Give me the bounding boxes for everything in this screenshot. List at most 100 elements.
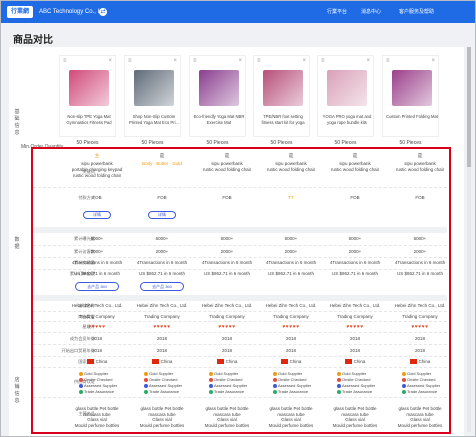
product-360-button[interactable]: 去产品 360 [75,282,119,291]
menu-icon[interactable]: ≡ [128,58,132,64]
cert-badge-icon [273,371,277,376]
close-icon[interactable]: × [108,58,112,64]
nav-link-platform[interactable]: 行業平台 [327,6,347,18]
company-name: ABC Technology Co., Ltd. [39,9,108,15]
close-icon[interactable]: × [173,58,177,64]
product-name[interactable]: Non-slip TPE Yoga Mat Gymnastics Fitness… [63,114,115,126]
pay-term: FOB [222,195,232,200]
exposure-value: 6000+ [284,236,298,241]
product-card: ≡ × Eco-friendly Yoga Mat NBR Exercise Mat [189,55,246,137]
transaction-value: 4Transactions in 6 month [394,260,446,265]
cert-item: Trade Assurance [337,389,395,395]
pay-term: FOB [350,195,360,200]
visitor-value: 2000+ [284,249,298,254]
cert-badge-icon [79,371,83,376]
keyword-mark: 是 [352,153,358,158]
close-icon[interactable]: × [431,58,435,64]
product-image[interactable] [392,70,432,106]
cert-badge-icon [337,371,341,376]
country: China [67,359,127,365]
product-image[interactable] [134,70,174,106]
cert-name: Trade Assurance [342,389,373,394]
product-name[interactable]: TPE/NBR foot setting fitness start kit f… [257,114,309,126]
cert-item: Trade Assurance [209,389,267,395]
exposure-value: 6000+ [348,236,362,241]
swap-icon[interactable]: ⇄ [99,8,107,16]
keyword-list: Body · Butter · Gold [142,161,182,166]
row-divider [33,257,447,258]
close-icon[interactable]: × [366,58,370,64]
pay-term: TT [288,195,294,200]
main-products: glass bottle Pet bottle mascara tube Gla… [268,406,314,428]
close-icon[interactable]: × [302,58,306,64]
menu-icon[interactable]: ≡ [386,58,390,64]
cert-name: Onsite Checked [407,377,436,382]
product-name[interactable]: YOGA PRO yoga mat and yoga rope bundle k… [321,114,373,126]
product-card: ≡ × Non-slip TPE Yoga Mat Gymnastics Fitne… [59,55,116,137]
side-label-store: 店铺信息 [14,377,20,404]
amount-value: US $862.71 in 6 month [73,271,121,276]
rating-hearts: ♥♥♥♥♥ [153,324,171,330]
product-name[interactable]: Shop Non-Slip Custom Printed Yoga Mat Ec… [128,114,180,126]
menu-icon[interactable]: ≡ [257,58,261,64]
cert-badge-icon [79,383,83,388]
main-products: glass bottle Pet bottle mascara tube Gla… [74,406,120,428]
cert-name: Trade Assurance [407,389,438,394]
country-name: China [160,359,173,364]
menu-icon[interactable]: ≡ [193,58,197,64]
pay-term: FOB [92,195,102,200]
china-flag-icon [409,359,417,365]
keyword-mark: 是 [159,153,165,158]
row-divider [33,332,447,333]
cert-name: Trade Assurance [149,389,180,394]
product-360-button[interactable]: 去产品 360 [140,282,184,291]
transaction-value: 4Transactions in 6 month [136,260,188,265]
member-year: 2018 [91,336,102,341]
cert-name: Assessed Supplier [214,383,248,388]
pay-term: FOB [157,195,167,200]
main-products: glass bottle Pet bottle mascara tube Gla… [332,406,378,428]
country: China [132,359,192,365]
keyword-mark: 是 [417,153,423,158]
section-gap [33,295,447,301]
product-name[interactable]: Custom Printed Folding Mat [386,114,438,120]
product-card: ≡ × Custom Printed Folding Mat [382,55,439,137]
product-card: ≡ × Shop Non-Slip Custom Printed Yoga Mat … [124,55,181,137]
menu-icon[interactable]: ≡ [63,58,67,64]
cert-badge-icon [337,383,341,388]
product-image[interactable] [327,70,367,106]
page-title: 商品对比 [13,35,53,46]
keyword-mark: 是 [224,153,230,158]
close-icon[interactable]: × [238,58,242,64]
pay-term: FOB [415,195,425,200]
product-image[interactable] [263,70,303,106]
country: China [261,359,321,365]
country: China [325,359,385,365]
export-year: 2018 [221,348,232,353]
amount-value: US $862.71 in 6 month [203,271,251,276]
product-image[interactable] [69,70,109,106]
cert-badge-icon [209,389,213,394]
detail-button[interactable]: 详情 [148,211,176,219]
keyword-mark: 是 [288,153,294,158]
country-name: China [289,359,302,364]
cert-name: Onsite Checked [214,377,243,382]
brand-logo[interactable]: 行業網 [7,6,34,18]
nav-link-messages[interactable]: 消息中心 [361,6,381,18]
transaction-value: 4Transactions in 6 month [265,260,317,265]
cert-name: Trade Assurance [214,389,245,394]
product-image[interactable] [199,70,239,106]
detail-button[interactable]: 详情 [83,211,111,219]
row-divider [33,269,447,270]
cert-badge-icon [144,371,148,376]
side-label-basic: 基础信息 [14,109,20,136]
visitor-value: 2000+ [413,249,427,254]
nav-link-help[interactable]: 客户服务及帮助 [399,6,434,18]
row-divider [33,397,447,398]
menu-icon[interactable]: ≡ [321,58,325,64]
keyword-list: sipu powerbank portable charging keypad … [71,161,123,178]
rating-hearts: ♥♥♥♥♥ [346,324,364,330]
scrollbar-thumb[interactable] [467,47,471,167]
main-products: glass bottle Pet bottle mascara tube Gla… [204,406,250,428]
product-name[interactable]: Eco-friendly Yoga Mat NBR Exercise Mat [193,114,245,126]
